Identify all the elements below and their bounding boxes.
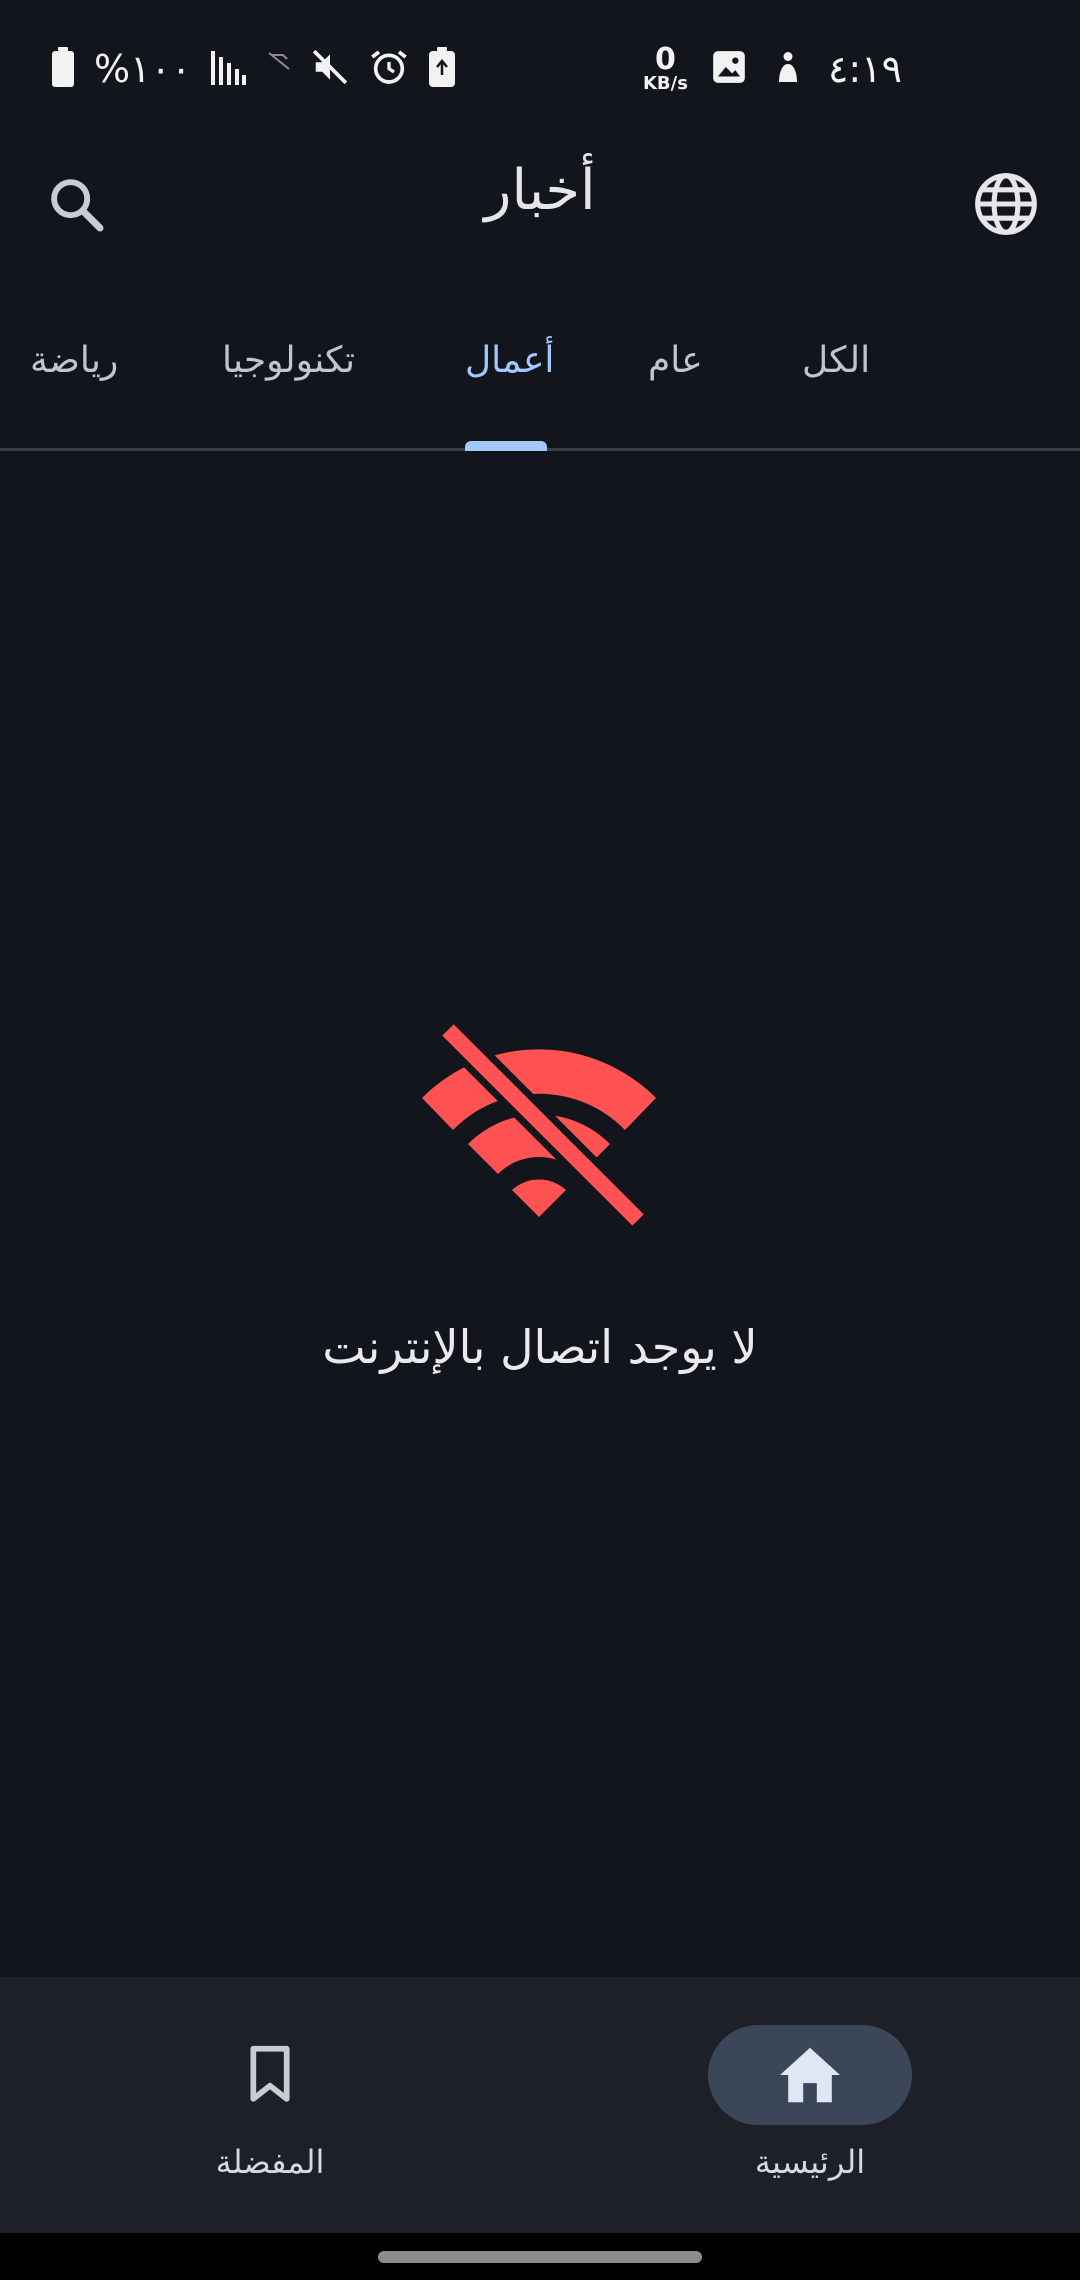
nav-home-pill[interactable] [708,2025,912,2125]
battery-percent: %١٠٠ [94,47,192,91]
no-connection-message: لا يوجد اتصال بالإنترنت [322,1320,758,1374]
tab-general[interactable]: عام [648,340,703,381]
battery-icon [52,47,74,91]
gesture-handle[interactable] [378,2251,702,2263]
screen: %١٠٠ 0 KB/s ٤:١٩ أخبار الكل عام أعمال تك… [0,0,1080,2280]
tab-indicator [465,441,547,451]
gesture-bar-area [0,2233,1080,2280]
category-tabs: الكل عام أعمال تكنولوجيا رياضة [0,300,1080,451]
bookmark-icon [250,2045,290,2102]
alarm-icon [369,47,409,91]
globe-icon [975,173,1037,235]
nav-label-favorites: المفضلة [215,2143,325,2181]
status-bar-right: 0 KB/s ٤:١٩ [643,44,902,94]
mute-icon [311,48,349,90]
nav-label-home: الرئيسية [754,2143,866,2181]
signal-icon [211,49,247,89]
nav-item-home[interactable]: الرئيسية [680,2025,940,2181]
nav-item-favorites[interactable]: المفضلة [140,2025,400,2181]
bottom-navigation: الرئيسية المفضلة [0,1977,1080,2233]
no-connection-state: لا يوجد اتصال بالإنترنت [0,1020,1080,1374]
language-button[interactable] [958,156,1054,252]
net-speed: 0 KB/s [643,45,688,93]
status-bar: %١٠٠ 0 KB/s ٤:١٩ [0,0,1080,130]
tab-business[interactable]: أعمال [465,340,554,381]
person-icon [770,48,806,90]
app-bar: أخبار [0,140,1080,270]
tab-technology[interactable]: تكنولوجيا [222,340,355,381]
net-speed-value: 0 [655,42,676,77]
nav-favorites-pill[interactable] [168,2025,372,2125]
net-speed-unit: KB/s [642,73,688,94]
status-time: ٤:١٩ [827,47,902,91]
image-icon [710,48,748,90]
page-title: أخبار [484,158,596,223]
status-bar-left: %١٠٠ [52,44,456,94]
no-sim-icon [267,49,291,89]
home-icon [780,2047,840,2103]
battery-saver-icon [429,47,456,91]
tab-sports[interactable]: رياضة [30,340,118,381]
wifi-off-icon [422,1020,656,1230]
tab-all[interactable]: الكل [802,340,870,381]
